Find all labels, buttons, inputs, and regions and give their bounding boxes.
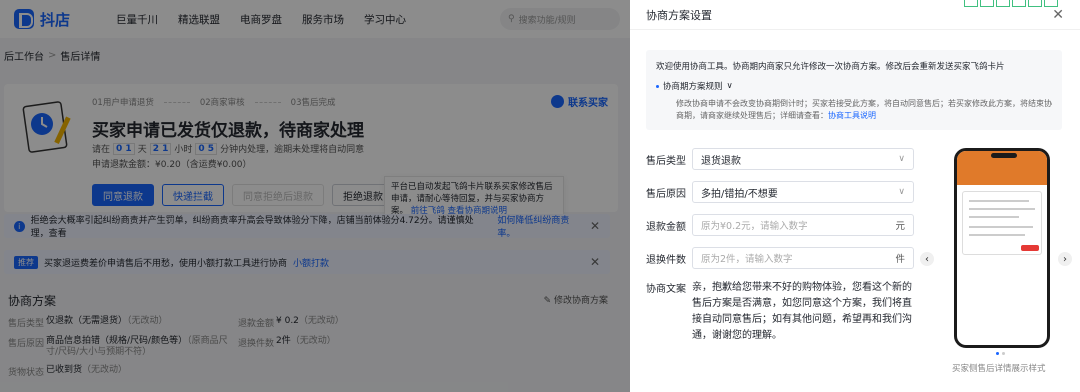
message-text[interactable]: 亲，抱歉给您带来不好的购物体验，您看这个新的售后方案是否满意，如您同意这个方案，… (692, 280, 914, 344)
form-row-type: 售后类型 退货退款 ∨ (646, 148, 916, 170)
phone-mockup (954, 148, 1050, 348)
amount-placeholder: 原为¥0.2元，请输入数字 (701, 221, 808, 232)
rule-toggle[interactable]: 协商期方案规则 ∨ (656, 80, 1052, 92)
form-row-reason: 售后原因 多拍/错拍/不想要 ∨ (646, 181, 916, 203)
reason-select[interactable]: 多拍/错拍/不想要 ∨ (692, 181, 914, 203)
placeholder-line (969, 216, 1019, 218)
toolstrip-button[interactable] (1012, 0, 1026, 7)
drawer-notice: 欢迎使用协商工具。协商期内商家只允许修改一次协商方案。修改后会重新发送买家飞鸽卡… (646, 50, 1062, 130)
count-input[interactable]: 原为2件，请输入数字 件 (692, 247, 914, 269)
chevron-left-icon[interactable]: ‹ (920, 252, 934, 266)
count-placeholder: 原为2件，请输入数字 (701, 254, 793, 265)
carousel-dot[interactable] (1002, 352, 1005, 355)
type-label: 售后类型 (646, 155, 686, 167)
toolstrip-button[interactable] (1028, 0, 1042, 7)
drawer-title: 协商方案设置 (646, 8, 712, 22)
amount-suffix: 元 (895, 221, 905, 232)
chevron-down-icon: ∨ (726, 81, 733, 91)
bullet-icon (656, 84, 659, 88)
type-select[interactable]: 退货退款 ∨ (692, 148, 914, 170)
toolstrip-button[interactable] (1044, 0, 1058, 7)
rule-link[interactable]: 协商工具说明 (828, 111, 876, 120)
toolstrip-button[interactable] (964, 0, 978, 7)
carousel-dots (996, 352, 1005, 355)
placeholder-line (969, 234, 1025, 236)
placeholder-line (969, 208, 1035, 210)
phone-confirm-button (1021, 245, 1039, 251)
type-value: 退货退款 (701, 155, 741, 167)
notice-text: 欢迎使用协商工具。协商期内商家只允许修改一次协商方案。修改后会重新发送买家飞鸽卡… (656, 62, 1005, 72)
reason-label: 售后原因 (646, 188, 686, 200)
phone-notch (991, 153, 1017, 158)
chevron-down-icon: ∨ (898, 154, 905, 164)
placeholder-line (969, 200, 1029, 202)
message-label: 协商文案 (646, 284, 686, 295)
reason-value: 多拍/错拍/不想要 (701, 188, 778, 200)
chevron-right-icon[interactable]: › (1058, 252, 1072, 266)
rule-detail: 修改协商申请不会改变协商期倒计时；买家若接受此方案，将自动同意售后；若买家修改此… (656, 98, 1052, 122)
rule-label: 协商期方案规则 (663, 82, 723, 92)
preview-caption: 买家侧售后详情展示样式 (952, 364, 1046, 374)
close-icon[interactable]: ✕ (1052, 7, 1064, 23)
window-toolstrip (964, 0, 1058, 7)
form-row-message: 协商文案 亲，抱歉给您带来不好的购物体验，您看这个新的售后方案是否满意，如您同意… (646, 280, 916, 344)
plan-form: 售后类型 退货退款 ∨ 售后原因 多拍/错拍/不想要 ∨ 退款金额 原为¥0.2… (646, 148, 916, 355)
chevron-down-icon: ∨ (898, 187, 905, 197)
toolstrip-button[interactable] (980, 0, 994, 7)
count-label: 退换件数 (646, 254, 686, 266)
amount-label: 退款金额 (646, 221, 686, 233)
placeholder-line (969, 226, 1033, 228)
buyer-preview (940, 148, 1060, 378)
toolstrip-button[interactable] (996, 0, 1010, 7)
form-row-amount: 退款金额 原为¥0.2元，请输入数字 元 (646, 214, 916, 236)
form-row-count: 退换件数 原为2件，请输入数字 件 (646, 247, 916, 269)
carousel-dot[interactable] (996, 352, 999, 355)
count-suffix: 件 (895, 254, 905, 265)
modal-overlay[interactable] (0, 0, 630, 392)
amount-input[interactable]: 原为¥0.2元，请输入数字 元 (692, 214, 914, 236)
